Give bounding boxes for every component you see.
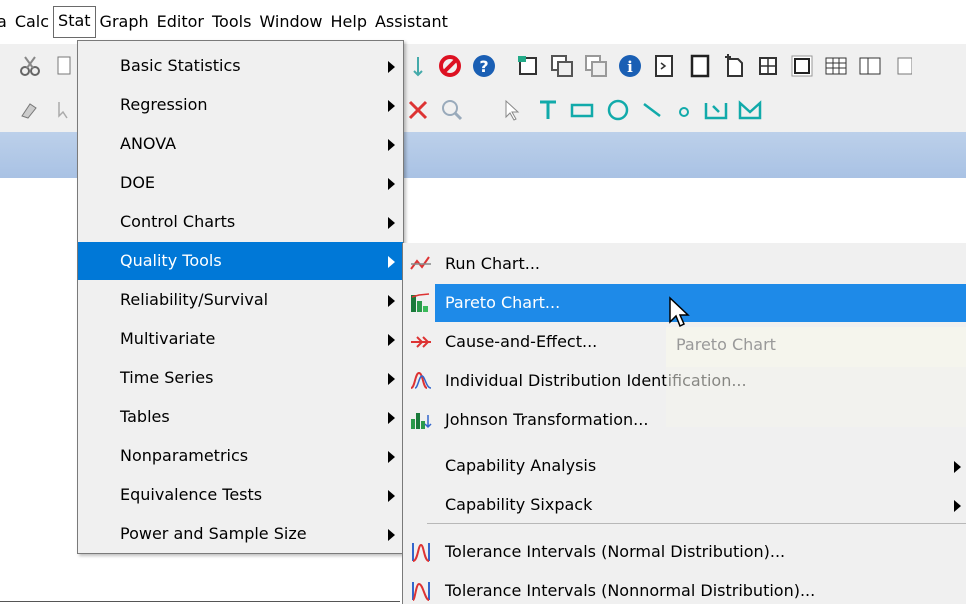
menu-item-doe[interactable]: DOE <box>78 164 403 202</box>
submenu-arrow-icon <box>388 61 395 73</box>
submenu-arrow-icon <box>388 217 395 229</box>
submenu-arrow-icon <box>954 461 961 473</box>
divider-line <box>0 601 400 602</box>
notes-icon[interactable] <box>686 52 714 80</box>
cascade-windows-icon[interactable] <box>582 52 610 80</box>
submenu-arrow-icon <box>388 490 395 502</box>
tooltip-shadow <box>666 367 966 427</box>
submenu-arrow-icon <box>388 334 395 346</box>
tolerance-normal-icon <box>412 543 430 562</box>
menu-item-equivalence-tests[interactable]: Equivalence Tests <box>78 476 403 514</box>
submenu-arrow-icon <box>388 178 395 190</box>
help-icon[interactable]: ? <box>470 52 498 80</box>
menu-item-run-chart[interactable]: Run Chart... <box>403 245 966 283</box>
tooltip: Pareto Chart <box>666 327 966 367</box>
select-arrow-faded-icon[interactable] <box>50 96 78 124</box>
split-window-icon[interactable] <box>856 52 884 80</box>
menu-item-tables[interactable]: Tables <box>78 398 403 436</box>
menu-tools[interactable]: Tools <box>208 7 255 37</box>
submenu-arrow-icon <box>388 529 395 541</box>
svg-text:?: ? <box>479 57 488 76</box>
svg-text:i: i <box>627 58 633 76</box>
menu-item-anova[interactable]: ANOVA <box>78 125 403 163</box>
submenu-arrow-icon <box>388 373 395 385</box>
pareto-icon-cell <box>403 284 435 322</box>
ellipse-tool-icon[interactable] <box>604 96 632 124</box>
cut-icon[interactable] <box>16 52 44 80</box>
menu-item-pareto-chart[interactable]: Pareto Chart... <box>435 284 966 322</box>
polygon-tool-icon[interactable] <box>736 96 764 124</box>
menu-item-time-series[interactable]: Time Series <box>78 359 403 397</box>
graph-window-icon[interactable] <box>788 52 816 80</box>
menu-graph[interactable]: Graph <box>96 7 153 37</box>
distribution-id-icon <box>410 371 432 389</box>
run-chart-icon <box>410 256 431 270</box>
tolerance-nonnormal-icon <box>412 582 430 601</box>
menu-separator <box>427 523 966 524</box>
menu-item-control-charts[interactable]: Control Charts <box>78 203 403 241</box>
command-icon[interactable] <box>650 52 678 80</box>
menu-data-partial[interactable]: a <box>0 7 11 37</box>
table-icon[interactable] <box>890 52 918 80</box>
menu-item-nonparametrics[interactable]: Nonparametrics <box>78 437 403 475</box>
polyline-tool-icon[interactable] <box>702 96 730 124</box>
menu-calc[interactable]: Calc <box>11 7 53 37</box>
johnson-icon <box>411 413 432 429</box>
submenu-arrow-icon <box>388 100 395 112</box>
menu-item-multivariate[interactable]: Multivariate <box>78 320 403 358</box>
menu-item-quality-tools[interactable]: Quality Tools <box>78 242 403 280</box>
submenu-arrow-icon <box>388 295 395 307</box>
cause-effect-icon <box>411 336 431 348</box>
menu-stat[interactable]: Stat <box>53 6 96 38</box>
copy-icon[interactable] <box>50 52 78 80</box>
menu-item-tolerance-intervals-normal[interactable]: Tolerance Intervals (Normal Distribution… <box>403 533 966 571</box>
tile-windows-icon[interactable] <box>548 52 576 80</box>
submenu-arrow-icon <box>388 256 395 268</box>
submenu-arrow-icon <box>388 451 395 463</box>
pareto-chart-icon <box>411 293 430 312</box>
menu-editor[interactable]: Editor <box>153 7 208 37</box>
delete-icon[interactable] <box>404 96 432 124</box>
line-tool-icon[interactable] <box>638 96 666 124</box>
menu-item-capability-sixpack[interactable]: Capability Sixpack <box>403 486 966 524</box>
menu-item-basic-statistics[interactable]: Basic Statistics <box>78 47 403 85</box>
menu-item-regression[interactable]: Regression <box>78 86 403 124</box>
menu-item-capability-analysis[interactable]: Capability Analysis <box>403 447 966 485</box>
cancel-icon[interactable] <box>436 52 464 80</box>
marker-tool-icon[interactable] <box>670 96 698 124</box>
mouse-cursor-icon <box>669 296 690 328</box>
select-arrow-icon[interactable] <box>498 96 526 124</box>
brush-icon[interactable] <box>16 96 44 124</box>
sort-icon[interactable] <box>404 52 432 80</box>
menu-item-reliability-survival[interactable]: Reliability/Survival <box>78 281 403 319</box>
stat-menu: Basic Statistics Regression ANOVA DOE Co… <box>77 40 404 554</box>
submenu-arrow-icon <box>954 500 961 512</box>
menu-bar: a Calc Stat Graph Editor Tools Window He… <box>0 0 966 44</box>
menu-item-tolerance-intervals-nonnormal[interactable]: Tolerance Intervals (Nonnormal Distribut… <box>403 572 966 610</box>
menu-assistant[interactable]: Assistant <box>371 7 452 37</box>
layout-icon[interactable] <box>754 52 782 80</box>
menu-item-power-and-sample-size[interactable]: Power and Sample Size <box>78 515 403 553</box>
rectangle-tool-icon[interactable] <box>568 96 596 124</box>
menu-help[interactable]: Help <box>327 7 371 37</box>
zoom-icon[interactable] <box>438 96 466 124</box>
menu-window[interactable]: Window <box>255 7 326 37</box>
submenu-arrow-icon <box>388 139 395 151</box>
text-tool-icon[interactable] <box>534 96 562 124</box>
submenu-arrow-icon <box>388 412 395 424</box>
new-graph-icon[interactable] <box>514 52 542 80</box>
info-icon[interactable]: i <box>616 52 644 80</box>
new-page-icon[interactable] <box>720 52 748 80</box>
worksheet-icon[interactable] <box>822 52 850 80</box>
